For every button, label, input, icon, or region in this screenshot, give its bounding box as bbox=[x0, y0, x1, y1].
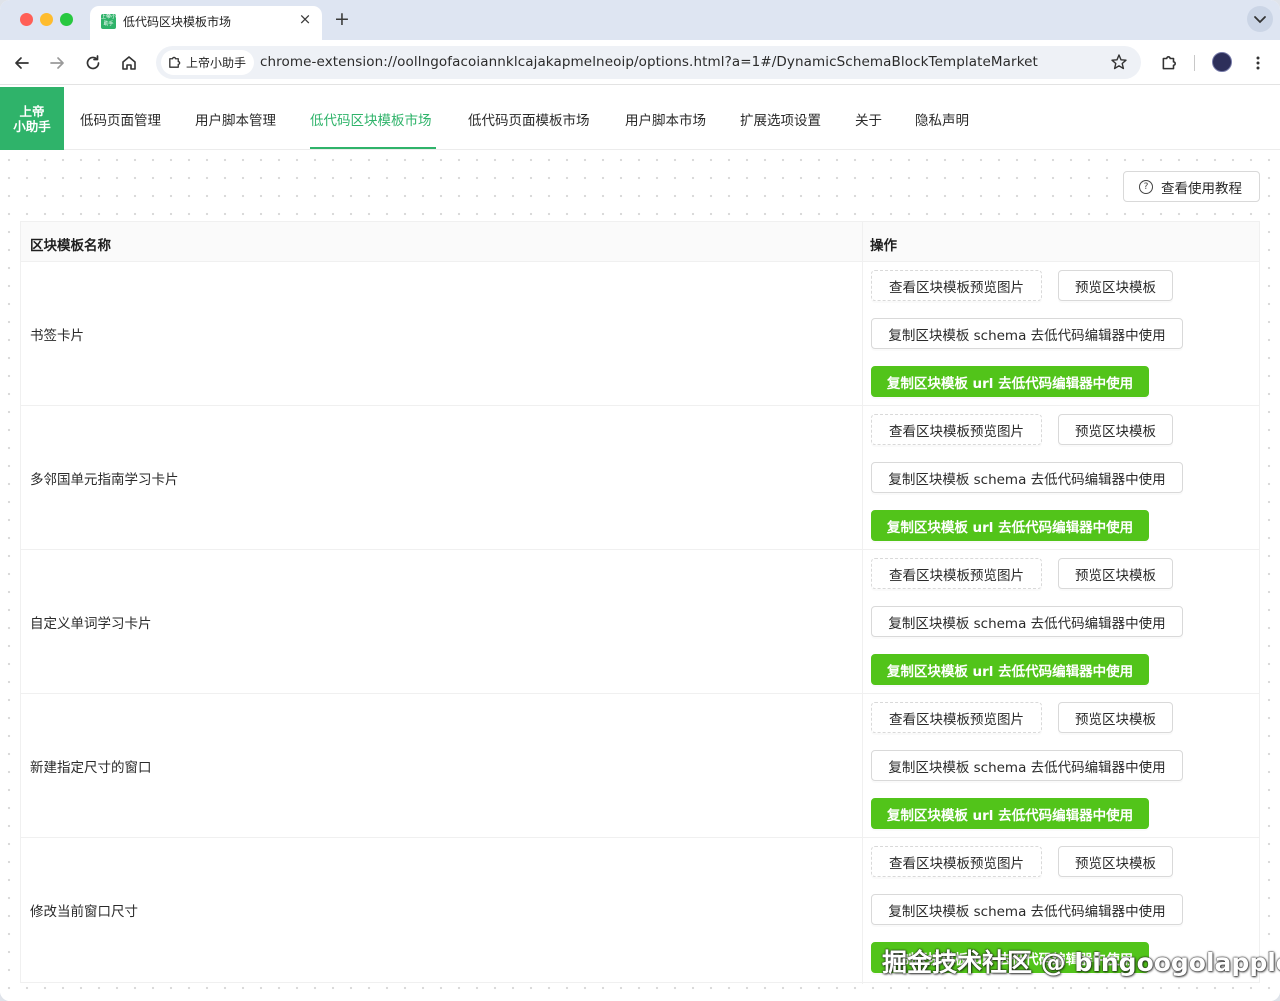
extensions-button[interactable] bbox=[1156, 50, 1182, 76]
chevron-down-icon bbox=[1254, 16, 1266, 24]
template-name: 多邻国单元指南学习卡片 bbox=[30, 472, 179, 488]
app-favicon-icon: 上帝小助手 bbox=[101, 14, 117, 29]
preview-block-button[interactable]: 预览区块模板 bbox=[1058, 846, 1173, 877]
table-row: 自定义单词学习卡片 查看区块模板预览图片 预览区块模板 复制区块模板 schem… bbox=[21, 550, 1259, 694]
preview-block-button[interactable]: 预览区块模板 bbox=[1058, 270, 1173, 301]
nav-userscript-market[interactable]: 用户脚本市场 bbox=[625, 109, 706, 129]
column-header-actions: 操作 bbox=[870, 238, 897, 254]
table-row: 新建指定尺寸的窗口 查看区块模板预览图片 预览区块模板 复制区块模板 schem… bbox=[21, 694, 1259, 838]
profile-avatar[interactable] bbox=[1212, 52, 1232, 72]
view-preview-image-button[interactable]: 查看区块模板预览图片 bbox=[871, 702, 1042, 733]
copy-schema-button[interactable]: 复制区块模板 schema 去低代码编辑器中使用 bbox=[871, 894, 1183, 925]
table-row: 多邻国单元指南学习卡片 查看区块模板预览图片 预览区块模板 复制区块模板 sch… bbox=[21, 406, 1259, 550]
browser-tab[interactable]: 上帝小助手 低代码区块模板市场 × bbox=[90, 6, 322, 40]
copy-url-button[interactable]: 复制区块模板 url 去低代码编辑器中使用 bbox=[871, 654, 1149, 685]
question-circle-icon: ? bbox=[1139, 179, 1153, 194]
block-template-table: 区块模板名称 操作 书签卡片 查看区块模板预览图片 预览区块模板 复制区块模板 … bbox=[20, 221, 1260, 984]
arrow-right-icon bbox=[50, 57, 64, 69]
back-button[interactable] bbox=[9, 50, 35, 76]
copy-schema-button[interactable]: 复制区块模板 schema 去低代码编辑器中使用 bbox=[871, 606, 1183, 637]
tab-strip: 上帝小助手 低代码区块模板市场 × + bbox=[0, 0, 1280, 40]
view-tutorial-label: 查看使用教程 bbox=[1161, 180, 1242, 197]
main-content: ? 查看使用教程 区块模板名称 操作 书签卡片 查看区块模板预览图片 预览区块模… bbox=[0, 151, 1280, 1001]
browser-toolbar: 上帝小助手 chrome-extension://oollngofacoiann… bbox=[0, 40, 1280, 85]
forward-button[interactable] bbox=[44, 50, 70, 76]
logo-line1: 上帝 bbox=[19, 104, 45, 119]
nav-lowcode-page-manage[interactable]: 低码页面管理 bbox=[80, 109, 161, 129]
column-header-name: 区块模板名称 bbox=[30, 238, 111, 254]
browser-menu-button[interactable] bbox=[1245, 50, 1271, 76]
url-text[interactable]: chrome-extension://oollngofacoiannklcaja… bbox=[260, 54, 1038, 70]
minimize-window-button[interactable] bbox=[40, 13, 53, 26]
copy-url-button[interactable]: 复制区块模板 url 去低代码编辑器中使用 bbox=[871, 366, 1149, 397]
preview-block-button[interactable]: 预览区块模板 bbox=[1058, 414, 1173, 445]
bookmark-star-button[interactable] bbox=[1109, 52, 1129, 72]
maximize-window-button[interactable] bbox=[60, 13, 73, 26]
preview-block-button[interactable]: 预览区块模板 bbox=[1058, 558, 1173, 589]
logo-line2: 小助手 bbox=[13, 119, 51, 134]
copy-schema-button[interactable]: 复制区块模板 schema 去低代码编辑器中使用 bbox=[871, 462, 1183, 493]
active-nav-indicator bbox=[310, 147, 436, 149]
watermark: 掘金技术社区 @ bingoogolapple bbox=[882, 948, 1280, 977]
nav-about[interactable]: 关于 bbox=[855, 109, 882, 129]
home-button[interactable] bbox=[116, 50, 142, 76]
nav-extension-settings[interactable]: 扩展选项设置 bbox=[740, 109, 821, 129]
view-tutorial-button[interactable]: ? 查看使用教程 bbox=[1123, 171, 1260, 202]
app-nav: 上帝 小助手 低码页面管理 用户脚本管理 低代码区块模板市场 低代码页面模板市场… bbox=[0, 86, 1280, 150]
copy-schema-button[interactable]: 复制区块模板 schema 去低代码编辑器中使用 bbox=[871, 750, 1183, 781]
app-logo[interactable]: 上帝 小助手 bbox=[0, 87, 64, 150]
reload-button[interactable] bbox=[80, 50, 106, 76]
arrow-left-icon bbox=[15, 57, 29, 69]
copy-url-button[interactable]: 复制区块模板 url 去低代码编辑器中使用 bbox=[871, 798, 1149, 829]
more-vertical-icon bbox=[1256, 56, 1260, 70]
puzzle-icon bbox=[1162, 56, 1176, 70]
address-bar[interactable]: 上帝小助手 chrome-extension://oollngofacoiann… bbox=[156, 46, 1141, 79]
copy-url-button[interactable]: 复制区块模板 url 去低代码编辑器中使用 bbox=[871, 510, 1149, 541]
tab-title: 低代码区块模板市场 bbox=[123, 15, 232, 29]
nav-page-template-market[interactable]: 低代码页面模板市场 bbox=[468, 109, 590, 129]
close-window-button[interactable] bbox=[20, 13, 33, 26]
browser-window: 上帝小助手 低代码区块模板市场 × + 上帝小助手 chrome-extensi… bbox=[0, 0, 1280, 1001]
template-name: 修改当前窗口尺寸 bbox=[30, 904, 138, 920]
tab-search-button[interactable] bbox=[1247, 6, 1273, 32]
view-preview-image-button[interactable]: 查看区块模板预览图片 bbox=[871, 270, 1042, 301]
reload-icon bbox=[86, 55, 100, 70]
nav-privacy[interactable]: 隐私声明 bbox=[915, 109, 969, 129]
template-name: 自定义单词学习卡片 bbox=[30, 616, 152, 632]
view-preview-image-button[interactable]: 查看区块模板预览图片 bbox=[871, 846, 1042, 877]
star-icon bbox=[1111, 54, 1127, 70]
extension-chip-label: 上帝小助手 bbox=[186, 56, 247, 70]
nav-block-template-market[interactable]: 低代码区块模板市场 bbox=[310, 109, 432, 129]
table-row: 书签卡片 查看区块模板预览图片 预览区块模板 复制区块模板 schema 去低代… bbox=[21, 262, 1259, 406]
puzzle-icon bbox=[169, 56, 181, 68]
template-name: 书签卡片 bbox=[30, 328, 84, 344]
home-icon bbox=[122, 56, 136, 70]
table-header: 区块模板名称 操作 bbox=[21, 222, 1259, 262]
close-tab-icon[interactable]: × bbox=[297, 11, 313, 27]
template-name: 新建指定尺寸的窗口 bbox=[30, 760, 152, 776]
view-preview-image-button[interactable]: 查看区块模板预览图片 bbox=[871, 558, 1042, 589]
preview-block-button[interactable]: 预览区块模板 bbox=[1058, 702, 1173, 733]
nav-userscript-manage[interactable]: 用户脚本管理 bbox=[195, 109, 276, 129]
new-tab-button[interactable]: + bbox=[332, 9, 352, 29]
toolbar-divider bbox=[1194, 55, 1195, 71]
extension-chip[interactable]: 上帝小助手 bbox=[161, 50, 255, 75]
view-preview-image-button[interactable]: 查看区块模板预览图片 bbox=[871, 414, 1042, 445]
copy-schema-button[interactable]: 复制区块模板 schema 去低代码编辑器中使用 bbox=[871, 318, 1183, 349]
